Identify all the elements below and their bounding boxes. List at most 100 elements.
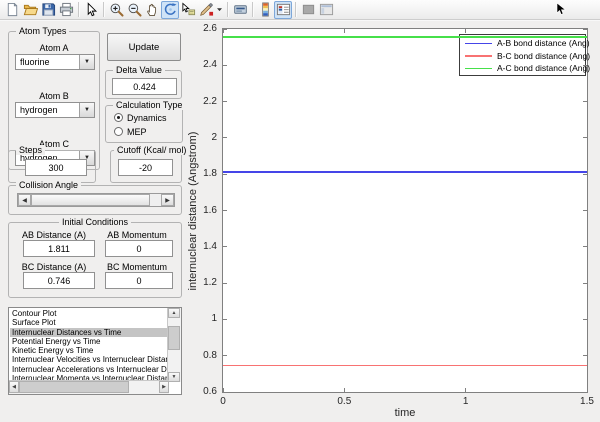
insert-legend-icon[interactable] <box>274 1 292 19</box>
x-axis-label: time <box>223 407 587 419</box>
y-tick-label: 1 <box>187 313 217 324</box>
slider-right-arrow[interactable]: ▶ <box>161 194 174 206</box>
x-tick <box>587 388 588 392</box>
new-document-icon[interactable] <box>3 1 21 19</box>
legend-entry: A-B bond distance (Ang) <box>460 37 585 50</box>
calculation-type-group: Calculation Type Dynamics MEP <box>105 105 183 143</box>
scroll-down-icon[interactable]: ▼ <box>168 372 180 382</box>
vertical-scrollbar[interactable]: ▲ ▼ <box>167 308 181 382</box>
y-tick <box>223 137 227 138</box>
figure-toolbar <box>0 0 600 20</box>
y-tick-label: 1.2 <box>187 277 217 288</box>
slider-left-arrow[interactable]: ◀ <box>18 194 31 206</box>
save-icon[interactable] <box>39 1 57 19</box>
radio-dynamics-label: Dynamics <box>127 113 167 123</box>
bc-momentum-field[interactable] <box>105 272 173 289</box>
list-item[interactable]: Internuclear Accelerations vs Internucle… <box>10 365 168 374</box>
brush-dropdown-icon[interactable] <box>215 1 224 19</box>
legend-label: A-C bond distance (Ang) <box>497 63 590 73</box>
y-tick <box>223 319 227 320</box>
legend-entry: B-C bond distance (Ang) <box>460 50 585 63</box>
toolbar-separator <box>252 2 253 17</box>
cutoff-group: Cutoff (Kcal/ mol) <box>110 150 182 183</box>
x-tick <box>465 388 466 392</box>
radio-button-icon <box>114 127 123 136</box>
delta-value-field[interactable] <box>112 78 177 95</box>
show-plot-tools-icon[interactable] <box>317 1 335 19</box>
zoom-in-icon[interactable] <box>107 1 125 19</box>
update-button[interactable]: Update <box>107 33 181 61</box>
cutoff-field[interactable] <box>118 159 173 176</box>
ab-distance-label: AB Distance (A) <box>9 230 99 240</box>
delta-value-title: Delta Value <box>113 65 165 75</box>
list-item[interactable]: Surface Plot <box>10 318 168 327</box>
plot-type-listbox[interactable]: Contour PlotSurface PlotInternuclear Dis… <box>8 307 182 395</box>
y-tick <box>583 355 587 356</box>
x-tick <box>465 29 466 33</box>
legend-line-sample <box>465 68 492 70</box>
y-tick-label: 1.4 <box>187 241 217 252</box>
list-item[interactable]: Internuclear Distances vs Time <box>10 328 168 337</box>
data-cursor-icon[interactable] <box>179 1 197 19</box>
y-tick-label: 0.8 <box>187 350 217 361</box>
zoom-out-icon[interactable] <box>125 1 143 19</box>
y-tick <box>583 65 587 66</box>
y-tick <box>583 246 587 247</box>
toolbar-separator <box>227 2 228 17</box>
link-plot-icon[interactable] <box>231 1 249 19</box>
ab-distance-field[interactable] <box>23 240 95 257</box>
legend-line-sample <box>465 55 492 57</box>
horizontal-scrollbar[interactable]: ◀ ▶ <box>9 380 169 394</box>
ab-momentum-label: AB Momentum <box>97 230 177 240</box>
x-tick <box>223 388 224 392</box>
ab-momentum-field[interactable] <box>105 240 173 257</box>
x-tick-label: 0 <box>208 396 238 407</box>
bc-distance-field[interactable] <box>23 272 95 289</box>
y-tick <box>223 210 227 211</box>
slider-thumb[interactable] <box>31 194 150 206</box>
print-icon[interactable] <box>57 1 75 19</box>
plot-line <box>223 365 587 367</box>
steps-field[interactable] <box>25 159 87 176</box>
horizontal-scroll-thumb[interactable] <box>19 381 129 393</box>
rotate-3d-icon[interactable] <box>161 1 179 19</box>
scroll-left-icon[interactable]: ◀ <box>9 381 19 393</box>
hide-plot-tools-icon[interactable] <box>299 1 317 19</box>
list-item[interactable]: Potential Energy vs Time <box>10 337 168 346</box>
y-tick <box>583 137 587 138</box>
brush-icon[interactable] <box>197 1 215 19</box>
y-tick <box>223 174 227 175</box>
y-tick <box>583 101 587 102</box>
collision-angle-slider[interactable]: ◀ ▶ <box>17 193 175 207</box>
y-tick <box>223 29 227 30</box>
radio-dynamics[interactable]: Dynamics <box>114 112 167 123</box>
insert-colorbar-icon[interactable] <box>256 1 274 19</box>
list-item[interactable]: Contour Plot <box>10 309 168 318</box>
plot-legend: A-B bond distance (Ang)B-C bond distance… <box>459 34 586 76</box>
x-tick-label: 1 <box>451 396 481 407</box>
y-tick-label: 2 <box>187 132 217 143</box>
y-tick <box>223 65 227 66</box>
listbox-items: Contour PlotSurface PlotInternuclear Dis… <box>10 309 168 382</box>
vertical-scroll-thumb[interactable] <box>168 326 180 350</box>
plot-line <box>223 36 587 38</box>
cutoff-title: Cutoff (Kcal/ mol) <box>114 145 189 155</box>
list-item[interactable]: Internuclear Velocities vs Internuclear … <box>10 355 168 364</box>
legend-entry: A-C bond distance (Ang) <box>460 62 585 75</box>
scroll-up-icon[interactable]: ▲ <box>168 308 180 318</box>
y-tick-label: 2.2 <box>187 96 217 107</box>
radio-mep[interactable]: MEP <box>114 126 147 137</box>
x-tick <box>223 29 224 33</box>
atom-b-select[interactable]: hydrogen ▼ <box>15 102 95 118</box>
chevron-down-icon: ▼ <box>79 55 94 69</box>
y-tick <box>223 283 227 284</box>
atom-a-select[interactable]: fluorine ▼ <box>15 54 95 70</box>
y-tick <box>583 210 587 211</box>
pan-icon[interactable] <box>143 1 161 19</box>
scroll-right-icon[interactable]: ▶ <box>159 381 169 393</box>
open-folder-icon[interactable] <box>21 1 39 19</box>
list-item[interactable]: Kinetic Energy vs Time <box>10 346 168 355</box>
y-tick <box>583 174 587 175</box>
atom-b-value: hydrogen <box>16 105 79 115</box>
pointer-icon[interactable] <box>82 1 100 19</box>
